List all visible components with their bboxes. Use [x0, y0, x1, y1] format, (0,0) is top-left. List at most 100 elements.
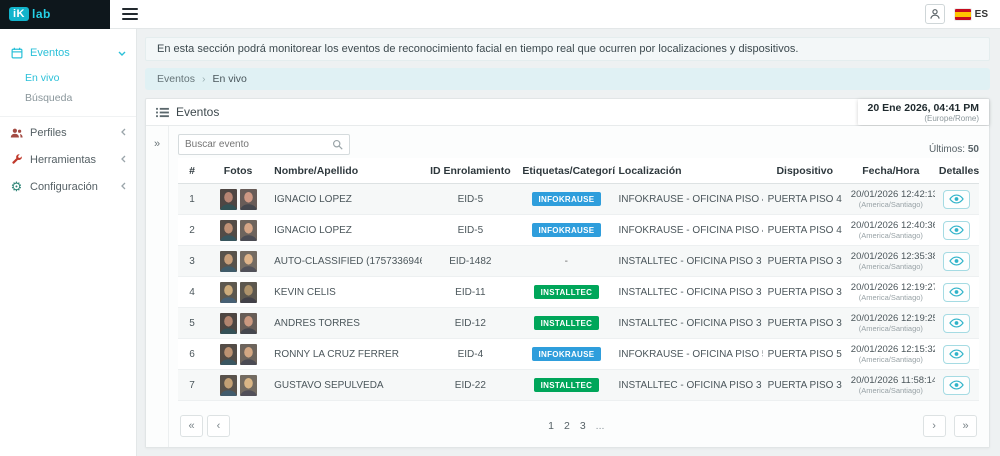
table-header-row: # Fotos Nombre/Apellido ID Enrolamiento … — [178, 158, 979, 184]
sidebar-item-herramientas[interactable]: Herramientas — [0, 146, 136, 173]
panel-header: Eventos 20 Ene 2026, 04:41 PM (Europe/Ro… — [146, 99, 989, 126]
location: INSTALLTEC - OFICINA PISO 3 — [615, 370, 763, 401]
details-button[interactable] — [943, 190, 970, 209]
table-row: 4 KEVIN CELIS EID-11 INSTALLTEC INSTALLT… — [178, 277, 979, 308]
location: INSTALLTEC - OFICINA PISO 3 — [615, 277, 763, 308]
panel-body: » Últimos: 50 — [146, 126, 989, 447]
tag-badge: INSTALLTEC — [534, 285, 600, 299]
breadcrumb-eventos[interactable]: Eventos — [157, 73, 195, 85]
person-name: AUTO-CLASSIFIED (17573369466616) — [270, 246, 422, 277]
eye-icon — [949, 349, 964, 359]
calendar-icon — [10, 46, 23, 59]
last-page-button[interactable]: » — [954, 415, 977, 437]
chevron-left-icon — [121, 154, 126, 166]
details-button[interactable] — [943, 283, 970, 302]
chevron-left-icon — [121, 181, 126, 193]
page-button[interactable]: 3 — [580, 420, 586, 432]
event-datetime: 20/01/2026 12:15:32 — [851, 344, 931, 355]
col-tags: Etiquetas/Categorías — [518, 158, 614, 184]
language-selector[interactable]: ES — [955, 9, 988, 20]
details-button[interactable] — [943, 252, 970, 271]
detection-photo — [220, 251, 237, 272]
tag-badge: - — [565, 256, 569, 267]
event-timezone: (America/Santiago) — [851, 324, 931, 333]
col-photos: Fotos — [206, 158, 270, 184]
page-button[interactable]: 1 — [548, 420, 554, 432]
expand-sidebar-button[interactable]: » — [154, 138, 160, 150]
app-logo[interactable]: iK lab — [0, 0, 110, 29]
person-name: KEVIN CELIS — [270, 277, 422, 308]
sidebar-submenu-eventos: En vivo Búsqueda — [0, 66, 136, 114]
col-location: Localización — [615, 158, 763, 184]
details-button[interactable] — [943, 314, 970, 333]
device: PUERTA PISO 5 — [763, 339, 847, 370]
sidebar-item-en-vivo[interactable]: En vivo — [0, 68, 136, 88]
table-row: 2 IGNACIO LOPEZ EID-5 INFOKRAUSE INFOKRA… — [178, 215, 979, 246]
pagination-pages: 123... — [234, 420, 919, 432]
enrollment-id: EID-12 — [422, 308, 518, 339]
details-button[interactable] — [943, 376, 970, 395]
table-row: 7 GUSTAVO SEPULVEDA EID-22 INSTALLTEC IN… — [178, 370, 979, 401]
search-box — [178, 134, 350, 155]
events-panel: Eventos 20 Ene 2026, 04:41 PM (Europe/Ro… — [145, 98, 990, 448]
person-name: IGNACIO LOPEZ — [270, 215, 422, 246]
profile-photo — [240, 313, 257, 334]
first-page-button[interactable]: « — [180, 415, 203, 437]
event-timezone: (America/Santiago) — [851, 386, 931, 395]
search-icon[interactable] — [332, 139, 343, 150]
col-number: # — [178, 158, 206, 184]
location: INFOKRAUSE - OFICINA PISO 4 — [615, 215, 763, 246]
menu-icon[interactable] — [122, 8, 138, 20]
eye-icon — [949, 318, 964, 328]
eye-icon — [949, 287, 964, 297]
detection-photo — [220, 313, 237, 334]
event-datetime: 20/01/2026 12:35:38 — [851, 251, 931, 262]
profile-photo — [240, 282, 257, 303]
sidebar-item-busqueda[interactable]: Búsqueda — [0, 88, 136, 108]
profile-photo — [240, 189, 257, 210]
details-button[interactable] — [943, 345, 970, 364]
enrollment-id: EID-11 — [422, 277, 518, 308]
page-button[interactable]: 2 — [564, 420, 570, 432]
tag-badge: INFOKRAUSE — [532, 347, 602, 361]
event-datetime: 20/01/2026 12:19:27 — [851, 282, 931, 293]
sidebar-item-label: Eventos — [30, 47, 70, 59]
row-number: 2 — [178, 215, 206, 246]
person-name: GUSTAVO SEPULVEDA — [270, 370, 422, 401]
user-menu-button[interactable] — [925, 4, 945, 24]
topbar-right: ES — [925, 4, 1000, 24]
sidebar-item-perfiles[interactable]: Perfiles — [0, 119, 136, 146]
detection-photo — [220, 282, 237, 303]
logo-icon: iK — [9, 7, 29, 21]
location: INSTALLTEC - OFICINA PISO 3 — [615, 246, 763, 277]
prev-page-button[interactable]: ‹ — [207, 415, 230, 437]
chevron-down-icon — [118, 47, 126, 59]
event-datetime: 20/01/2026 12:40:36 — [851, 220, 931, 231]
table-row: 3 AUTO-CLASSIFIED (17573369466616) EID-1… — [178, 246, 979, 277]
enrollment-id: EID-22 — [422, 370, 518, 401]
breadcrumb-current: En vivo — [212, 73, 246, 85]
info-banner: En esta sección podrá monitorear los eve… — [145, 37, 990, 61]
location: INFOKRAUSE - OFICINA PISO 5 — [615, 339, 763, 370]
event-timezone: (America/Santiago) — [851, 355, 931, 364]
details-button[interactable] — [943, 221, 970, 240]
tag-badge: INFOKRAUSE — [532, 192, 602, 206]
pagination-ellipsis: ... — [596, 420, 605, 432]
sidebar: Eventos En vivo Búsqueda Perfiles Herram… — [0, 29, 137, 456]
next-page-button[interactable]: › — [923, 415, 946, 437]
last-count-value: 50 — [968, 144, 979, 155]
sidebar-item-configuracion[interactable]: ⚙ Configuración — [0, 173, 136, 200]
tag-badge: INSTALLTEC — [534, 378, 600, 392]
current-timezone: (Europe/Rome) — [868, 114, 980, 123]
detection-photo — [220, 189, 237, 210]
event-datetime: 20/01/2026 12:19:25 — [851, 313, 931, 324]
sidebar-item-eventos[interactable]: Eventos — [0, 39, 136, 66]
tag-badge: INFOKRAUSE — [532, 223, 602, 237]
breadcrumb: Eventos › En vivo — [145, 68, 990, 90]
device: PUERTA PISO 3 — [763, 308, 847, 339]
search-input[interactable] — [185, 139, 332, 150]
row-number: 3 — [178, 246, 206, 277]
breadcrumb-separator: › — [202, 73, 206, 85]
profile-photo — [240, 344, 257, 365]
col-details: Detalles — [935, 158, 979, 184]
